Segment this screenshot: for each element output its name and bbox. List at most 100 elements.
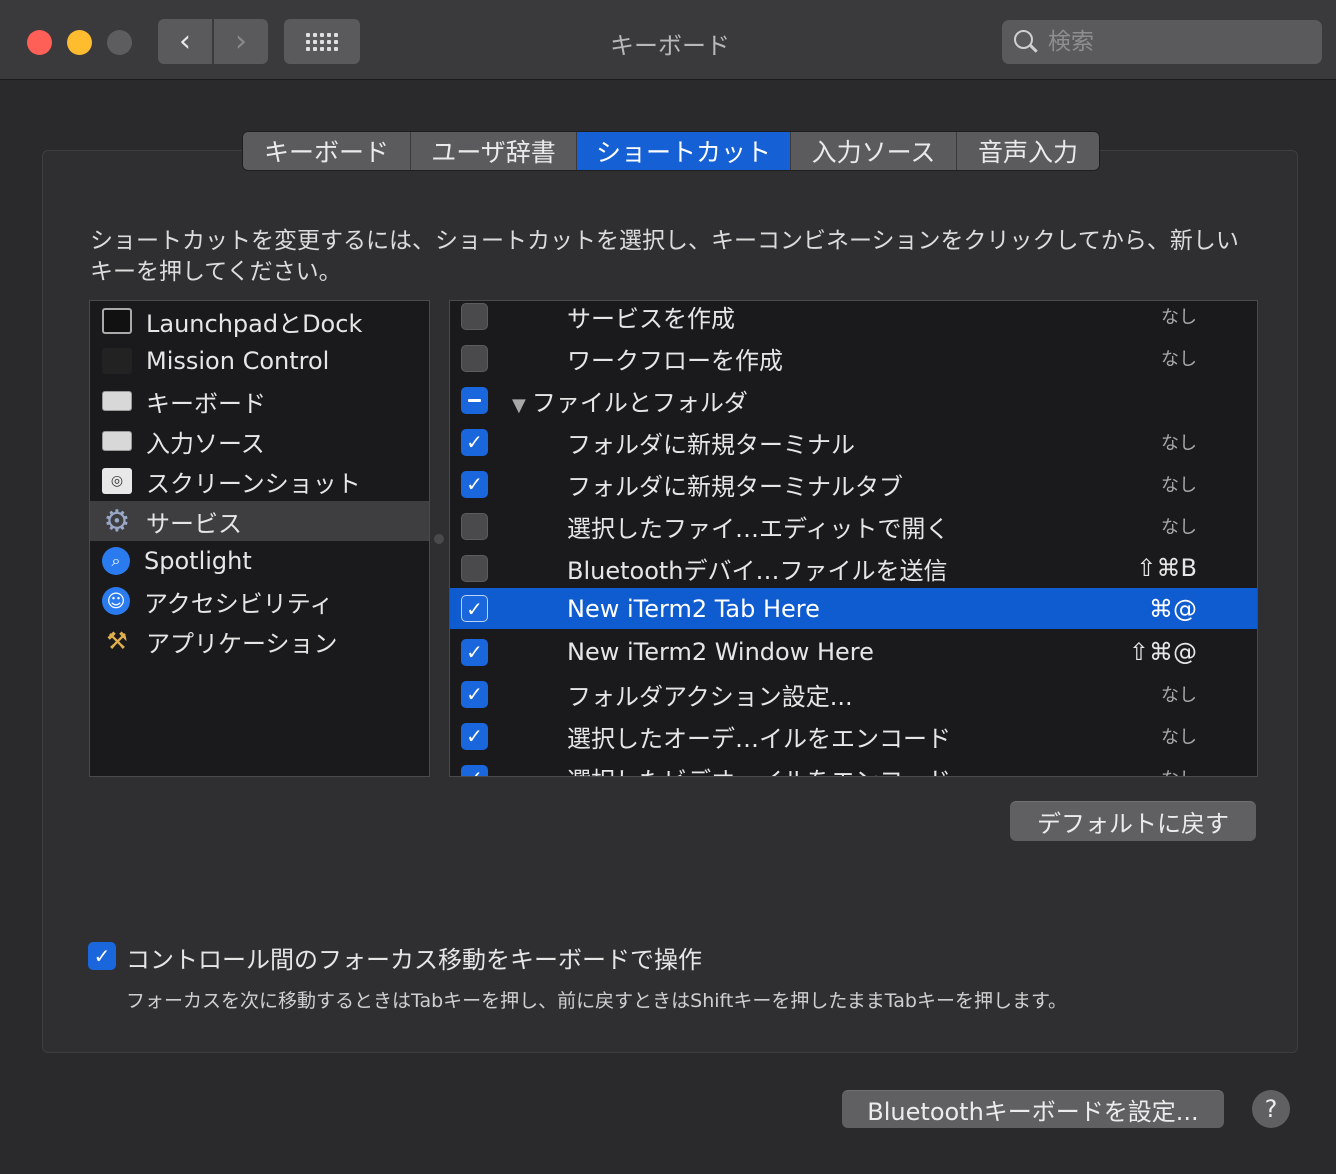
category-label: アプリケーション: [146, 629, 338, 658]
category-label: アクセシビリティ: [144, 589, 334, 618]
shortcut-label: Bluetoothデバイ…ファイルを送信: [567, 556, 948, 585]
shortcut-checkbox[interactable]: [461, 554, 488, 582]
launchpad-icon: [102, 308, 132, 334]
show-all-button[interactable]: [284, 19, 360, 64]
category-label: Mission Control: [146, 347, 330, 375]
app-store-icon: ⚒: [106, 627, 128, 655]
tab-input-sources[interactable]: 入力ソース: [791, 132, 957, 170]
category-label: サービス: [146, 509, 242, 538]
spotlight-icon: ⌕: [102, 547, 130, 575]
grid-icon: [306, 32, 338, 51]
shortcut-row[interactable]: ✓ フォルダに新規ターミナルタブ なし: [450, 463, 1257, 505]
shortcut-checkbox[interactable]: ✓: [461, 638, 488, 666]
shortcut-label: 選択したビデオ…イルをエンコード: [567, 761, 951, 777]
screenshot-icon: ◎: [102, 468, 132, 494]
category-label: スクリーンショット: [146, 469, 361, 498]
keyboard-navigation-label[interactable]: コントロール間のフォーカス移動をキーボードで操作: [126, 940, 702, 975]
category-keyboard[interactable]: キーボード: [90, 381, 429, 421]
category-accessibility[interactable]: ☺ アクセシビリティ: [90, 581, 429, 621]
tab-dictation[interactable]: 音声入力: [957, 132, 1099, 170]
search-input[interactable]: [1048, 29, 1298, 55]
category-screenshots[interactable]: ◎ スクリーンショット: [90, 461, 429, 501]
accessibility-icon: ☺: [102, 587, 130, 615]
shortcut-checkbox[interactable]: ✓: [461, 722, 488, 750]
search-field[interactable]: [1002, 20, 1322, 64]
keyboard-icon: [102, 431, 132, 451]
chevron-left-icon: ‹: [179, 24, 191, 59]
category-list[interactable]: LaunchpadとDock Mission Control キーボード 入力ソ…: [89, 300, 430, 777]
shortcut-key[interactable]: ⌘@: [1149, 595, 1197, 623]
shortcut-group-label: ▼ ファイルとフォルダ: [512, 388, 748, 417]
search-icon: [1014, 30, 1038, 54]
shortcut-key[interactable]: なし: [1161, 765, 1197, 776]
window-title: キーボード: [610, 32, 730, 60]
shortcut-row[interactable]: ✓ New iTerm2 Window Here ⇧⌘@: [450, 631, 1257, 673]
zoom-button[interactable]: [107, 30, 132, 55]
tab-keyboard[interactable]: キーボード: [243, 132, 411, 170]
category-spotlight[interactable]: ⌕ Spotlight: [90, 541, 429, 581]
category-label: 入力ソース: [146, 429, 265, 458]
shortcut-key[interactable]: なし: [1161, 429, 1197, 455]
gear-icon: ⚙: [103, 503, 131, 539]
back-button[interactable]: ‹: [158, 19, 212, 64]
shortcut-row[interactable]: ワークフローを作成 なし: [450, 337, 1257, 379]
forward-button[interactable]: ›: [214, 19, 268, 64]
shortcut-checkbox[interactable]: [461, 344, 488, 372]
shortcut-row-selected[interactable]: ✓ New iTerm2 Tab Here ⌘@: [450, 588, 1257, 629]
setup-bluetooth-keyboard-button[interactable]: Bluetoothキーボードを設定...: [842, 1090, 1224, 1128]
category-label: Spotlight: [144, 547, 252, 575]
shortcut-key[interactable]: なし: [1161, 723, 1197, 749]
shortcut-row[interactable]: 選択したファイ…エディットで開く なし: [450, 505, 1257, 547]
shortcut-row[interactable]: サービスを作成 なし: [450, 301, 1257, 337]
shortcut-checkbox[interactable]: ✓: [461, 764, 488, 776]
tab-shortcuts[interactable]: ショートカット: [577, 132, 791, 170]
category-label: LaunchpadとDock: [146, 309, 363, 338]
shortcut-key[interactable]: なし: [1161, 681, 1197, 707]
shortcut-label: New iTerm2 Tab Here: [567, 594, 820, 623]
category-app-shortcuts[interactable]: ⚒ アプリケーション: [90, 621, 429, 661]
shortcut-row[interactable]: ✓ フォルダに新規ターミナル なし: [450, 421, 1257, 463]
group-checkbox[interactable]: [461, 386, 488, 414]
shortcut-checkbox[interactable]: ✓: [461, 470, 488, 498]
keyboard-navigation-checkbox[interactable]: ✓: [88, 942, 116, 970]
shortcut-checkbox[interactable]: ✓: [461, 680, 488, 708]
shortcut-checkbox[interactable]: ✓: [461, 595, 488, 622]
shortcut-checkbox[interactable]: [461, 302, 488, 330]
system-preferences-window: ‹ › キーボード キーボード ユーザ辞書 ショートカット 入力ソース 音声入力…: [0, 0, 1336, 1174]
shortcut-key[interactable]: ⇧⌘@: [1129, 638, 1197, 666]
category-launchpad-dock[interactable]: LaunchpadとDock: [90, 301, 429, 341]
shortcut-checkbox[interactable]: ✓: [461, 428, 488, 456]
shortcut-label: フォルダアクション設定...: [567, 682, 853, 711]
help-button[interactable]: ?: [1252, 1090, 1290, 1128]
tab-bar: キーボード ユーザ辞書 ショートカット 入力ソース 音声入力: [242, 131, 1100, 171]
shortcut-label: フォルダに新規ターミナル: [567, 430, 855, 459]
category-input-sources[interactable]: 入力ソース: [90, 421, 429, 461]
split-view-handle[interactable]: [434, 534, 444, 544]
close-button[interactable]: [27, 30, 52, 55]
category-mission-control[interactable]: Mission Control: [90, 341, 429, 381]
shortcut-label: サービスを作成: [567, 304, 735, 333]
disclosure-triangle-icon[interactable]: ▼: [512, 395, 526, 416]
keyboard-icon: [102, 391, 132, 411]
shortcut-list[interactable]: サービスを作成 なし ワークフローを作成 なし ▼ ファイルとフォルダ ✓ フォル…: [449, 300, 1258, 777]
shortcut-label: フォルダに新規ターミナルタブ: [567, 472, 903, 501]
shortcut-key[interactable]: なし: [1161, 513, 1197, 539]
tab-user-dictionary[interactable]: ユーザ辞書: [411, 132, 577, 170]
keyboard-navigation-hint: フォーカスを次に移動するときはTabキーを押し、前に戻すときはShiftキーを押…: [126, 990, 1068, 1012]
mission-control-icon: [102, 348, 132, 374]
shortcut-row[interactable]: ✓ 選択したビデオ…イルをエンコード なし: [450, 757, 1257, 777]
shortcut-row[interactable]: ✓ 選択したオーデ…イルをエンコード なし: [450, 715, 1257, 757]
category-services[interactable]: ⚙ サービス: [90, 501, 429, 541]
shortcut-key[interactable]: なし: [1161, 345, 1197, 371]
shortcut-group-row[interactable]: ▼ ファイルとフォルダ: [450, 379, 1257, 421]
restore-defaults-button[interactable]: デフォルトに戻す: [1010, 801, 1256, 841]
shortcut-key[interactable]: なし: [1161, 471, 1197, 497]
shortcut-row[interactable]: Bluetoothデバイ…ファイルを送信 ⇧⌘B: [450, 547, 1257, 589]
minimize-button[interactable]: [67, 30, 92, 55]
title-bar: ‹ › キーボード: [0, 0, 1336, 80]
shortcut-label: 選択したファイ…エディットで開く: [567, 514, 950, 543]
shortcut-key[interactable]: なし: [1161, 303, 1197, 329]
shortcut-row[interactable]: ✓ フォルダアクション設定... なし: [450, 673, 1257, 715]
shortcut-checkbox[interactable]: [461, 512, 488, 540]
shortcut-key[interactable]: ⇧⌘B: [1136, 554, 1197, 582]
